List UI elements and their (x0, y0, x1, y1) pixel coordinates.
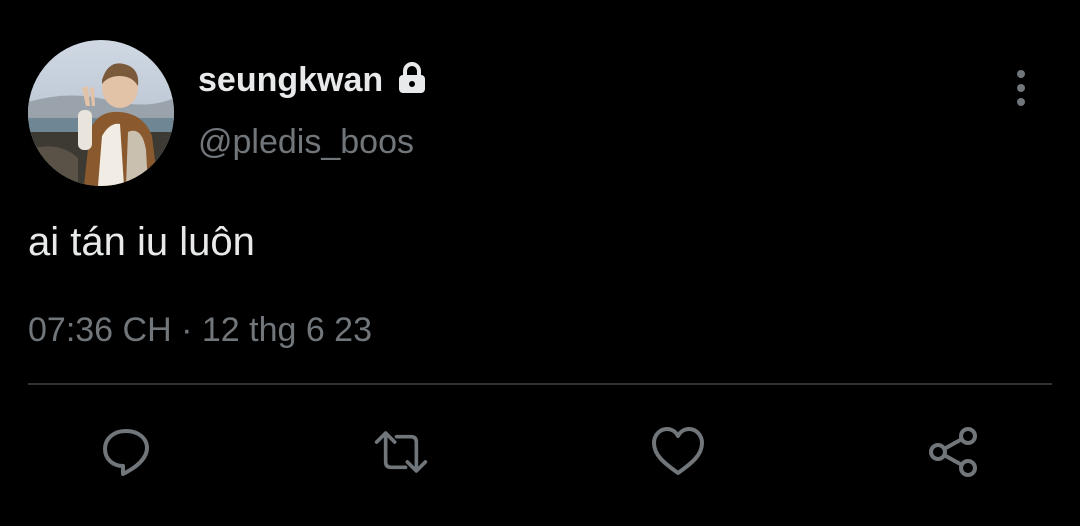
share-icon (929, 427, 977, 477)
avatar[interactable] (28, 40, 174, 186)
share-button[interactable] (926, 424, 982, 480)
retweet-icon (374, 431, 428, 473)
user-handle[interactable]: @pledis_boos (198, 120, 414, 164)
like-button[interactable] (650, 424, 706, 480)
display-name[interactable]: seungkwan (198, 58, 383, 102)
tweet-timestamp[interactable]: 07:36 CH · 12 thg 6 23 (28, 308, 372, 352)
display-name-row[interactable]: seungkwan (198, 58, 431, 102)
more-options-button[interactable] (1004, 66, 1038, 110)
divider (28, 383, 1052, 385)
heart-icon (652, 427, 704, 475)
tweet-text: ai tán iu luôn (28, 220, 255, 264)
reply-button[interactable] (98, 424, 154, 480)
retweet-button[interactable] (373, 424, 429, 480)
reply-icon (103, 429, 149, 476)
lock-icon (393, 59, 431, 97)
vertical-ellipsis-icon (1017, 70, 1025, 106)
